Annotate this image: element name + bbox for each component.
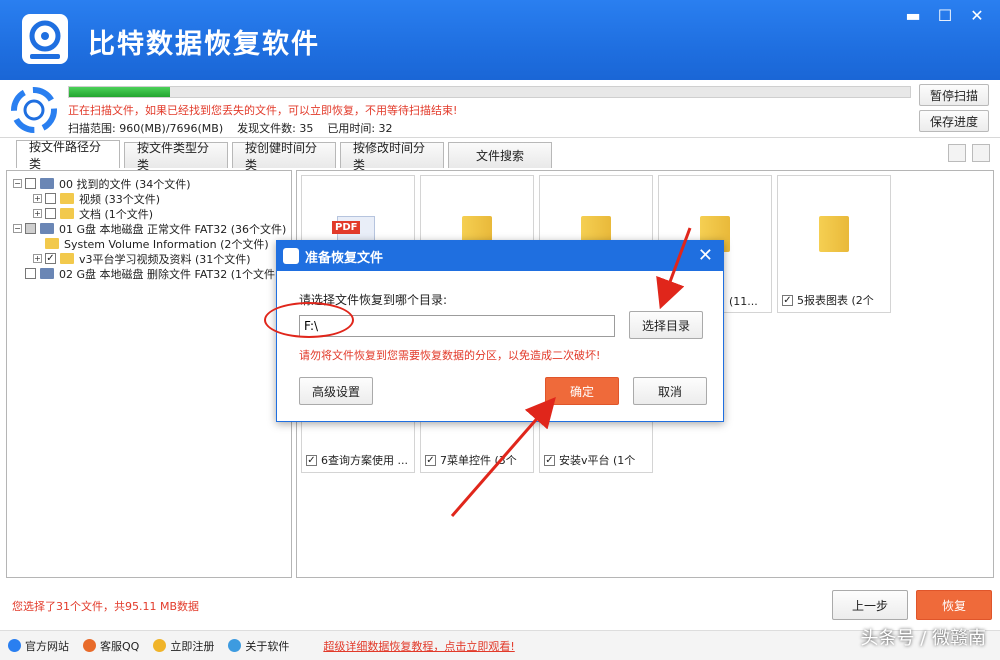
tab-path[interactable]: 按文件路径分类: [16, 140, 120, 171]
tab-create-time[interactable]: 按创健时间分类: [232, 141, 336, 172]
file-card[interactable]: 安装v平台 (1个: [539, 419, 653, 473]
tree-item[interactable]: + v3平台学习视频及资料 (31个文件): [33, 251, 251, 266]
tree-item-label: 00 找到的文件 (34个文件): [59, 177, 191, 191]
tree-item-label: 01 G盘 本地磁盘 正常文件 FAT32 (36个文件): [59, 222, 287, 236]
lock-icon: [153, 639, 167, 652]
scan-stats: 扫描范围: 960(MB)/7696(MB) 发现文件数: 35 已用时间: 3…: [68, 120, 393, 136]
save-progress-button[interactable]: 保存进度: [919, 110, 989, 132]
file-checkbox[interactable]: [544, 454, 555, 466]
app-logo-icon: [22, 14, 68, 64]
cancel-button[interactable]: 取消: [633, 377, 707, 405]
tab-modify-time[interactable]: 按修改时间分类: [340, 141, 444, 172]
scan-warning-text: 正在扫描文件，如果已经找到您丢失的文件，可以立即恢复，不用等待扫描结束!: [68, 104, 458, 117]
tree-item[interactable]: + 视频 (33个文件): [33, 191, 160, 206]
expand-icon[interactable]: +: [33, 194, 42, 203]
tree-item-label: 02 G盘 本地磁盘 删除文件 FAT32 (1个文件): [59, 267, 280, 281]
tutorial-link[interactable]: 超级详细数据恢复教程，点击立即观看!: [323, 638, 514, 654]
file-card[interactable]: 7菜单控件 (3个: [420, 419, 534, 473]
thumbnail-view-icon[interactable]: [972, 144, 990, 162]
dialog-title-bar: 准备恢复文件: [277, 241, 723, 271]
folder-icon: [819, 216, 849, 252]
recover-button[interactable]: 恢复: [916, 590, 992, 620]
globe-icon: [8, 639, 21, 652]
file-caption: (11...: [729, 295, 758, 308]
about-link[interactable]: 关于软件: [228, 638, 289, 654]
ok-button[interactable]: 确定: [545, 377, 619, 405]
found-count: 发现文件数: 35: [237, 122, 314, 135]
tab-type[interactable]: 按文件类型分类: [124, 141, 228, 172]
tree-item[interactable]: 02 G盘 本地磁盘 删除文件 FAT32 (1个文件): [25, 266, 279, 281]
drive-icon: [40, 268, 54, 279]
collapse-icon[interactable]: −: [13, 179, 22, 188]
tree-item-label: 文档 (1个文件): [79, 207, 154, 221]
tree-checkbox[interactable]: [45, 193, 56, 204]
browse-directory-button[interactable]: 选择目录: [629, 311, 703, 339]
scan-range: 扫描范围: 960(MB)/7696(MB): [68, 122, 224, 135]
list-view-icon[interactable]: [948, 144, 966, 162]
tree-item[interactable]: − 00 找到的文件 (34个文件): [13, 176, 191, 191]
folder-tree: − 00 找到的文件 (34个文件) + 视频 (33个文件) + 文档 (1个…: [6, 170, 292, 578]
folder-icon: [60, 253, 74, 264]
scan-spinner-icon: [11, 87, 57, 133]
app-title: 比特数据恢复软件: [88, 29, 320, 60]
close-icon[interactable]: ✕: [964, 4, 990, 26]
expand-icon[interactable]: +: [33, 254, 42, 263]
tree-checkbox[interactable]: [25, 178, 36, 189]
watermark: 头条号 / 微赣南: [860, 628, 986, 649]
file-caption: 5报表图表 (2个: [782, 292, 888, 308]
selected-files-info: 您选择了31个文件，共95.11 MB数据: [12, 600, 200, 613]
maximize-icon[interactable]: ☐: [932, 4, 958, 26]
tree-item[interactable]: System Volume Information (2个文件): [45, 236, 269, 251]
dialog-logo-icon: [283, 248, 299, 264]
tree-checkbox[interactable]: [45, 253, 56, 264]
tree-checkbox[interactable]: [45, 208, 56, 219]
category-tabs: 按文件路径分类 按文件类型分类 按创健时间分类 按修改时间分类 文件搜索: [16, 140, 552, 172]
expand-icon[interactable]: +: [33, 209, 42, 218]
tree-checkbox[interactable]: [25, 268, 36, 279]
file-checkbox[interactable]: [782, 294, 793, 306]
file-caption: 安装v平台 (1个: [544, 452, 650, 468]
drive-icon: [40, 178, 54, 189]
dialog-warning: 请勿将文件恢复到您需要恢复数据的分区，以免造成二次破坏!: [299, 349, 601, 362]
file-card[interactable]: 5报表图表 (2个: [777, 175, 891, 313]
file-checkbox[interactable]: [306, 454, 317, 466]
scan-status-area: 正在扫描文件，如果已经找到您丢失的文件，可以立即恢复，不用等待扫描结束! 扫描范…: [0, 80, 1000, 138]
tree-item-label: System Volume Information (2个文件): [64, 237, 269, 251]
tree-checkbox[interactable]: [25, 223, 36, 234]
dialog-title: 准备恢复文件: [305, 250, 384, 266]
drive-icon: [40, 223, 54, 234]
pause-scan-button[interactable]: 暂停扫描: [919, 84, 989, 106]
tree-item-label: 视频 (33个文件): [79, 192, 161, 206]
advanced-settings-button[interactable]: 高级设置: [299, 377, 373, 405]
file-card[interactable]: 6查询方案使用 ...: [301, 419, 415, 473]
minimize-icon[interactable]: ▬: [900, 4, 926, 26]
footer-bar: 官方网站 客服QQ 立即注册 关于软件 超级详细数据恢复教程，点击立即观看!: [0, 630, 1000, 660]
tree-item[interactable]: − 01 G盘 本地磁盘 正常文件 FAT32 (36个文件): [13, 221, 286, 236]
folder-icon: [60, 193, 74, 204]
tree-item[interactable]: + 文档 (1个文件): [33, 206, 153, 221]
support-qq-link[interactable]: 客服QQ: [83, 638, 139, 654]
folder-icon: [60, 208, 74, 219]
annotation-circle: [264, 302, 354, 338]
title-bar: 比特数据恢复软件 ▬ ☐ ✕: [0, 0, 1000, 80]
file-checkbox[interactable]: [425, 454, 436, 466]
scan-progress-bar: [68, 86, 911, 98]
tab-search[interactable]: 文件搜索: [448, 142, 552, 168]
official-site-link[interactable]: 官方网站: [8, 638, 69, 654]
scan-progress-fill: [69, 87, 170, 97]
file-caption: 6查询方案使用 ...: [306, 452, 412, 468]
file-caption: 7菜单控件 (3个: [425, 452, 531, 468]
dialog-close-icon[interactable]: ✕: [698, 245, 713, 266]
collapse-icon[interactable]: −: [13, 224, 22, 233]
prev-step-button[interactable]: 上一步: [832, 590, 908, 620]
elapsed-time: 已用时间: 32: [327, 122, 393, 135]
tree-item-label: v3平台学习视频及资料 (31个文件): [79, 252, 251, 266]
register-link[interactable]: 立即注册: [153, 638, 214, 654]
info-icon: [228, 639, 242, 652]
qq-icon: [83, 639, 96, 652]
folder-icon: [45, 238, 59, 249]
